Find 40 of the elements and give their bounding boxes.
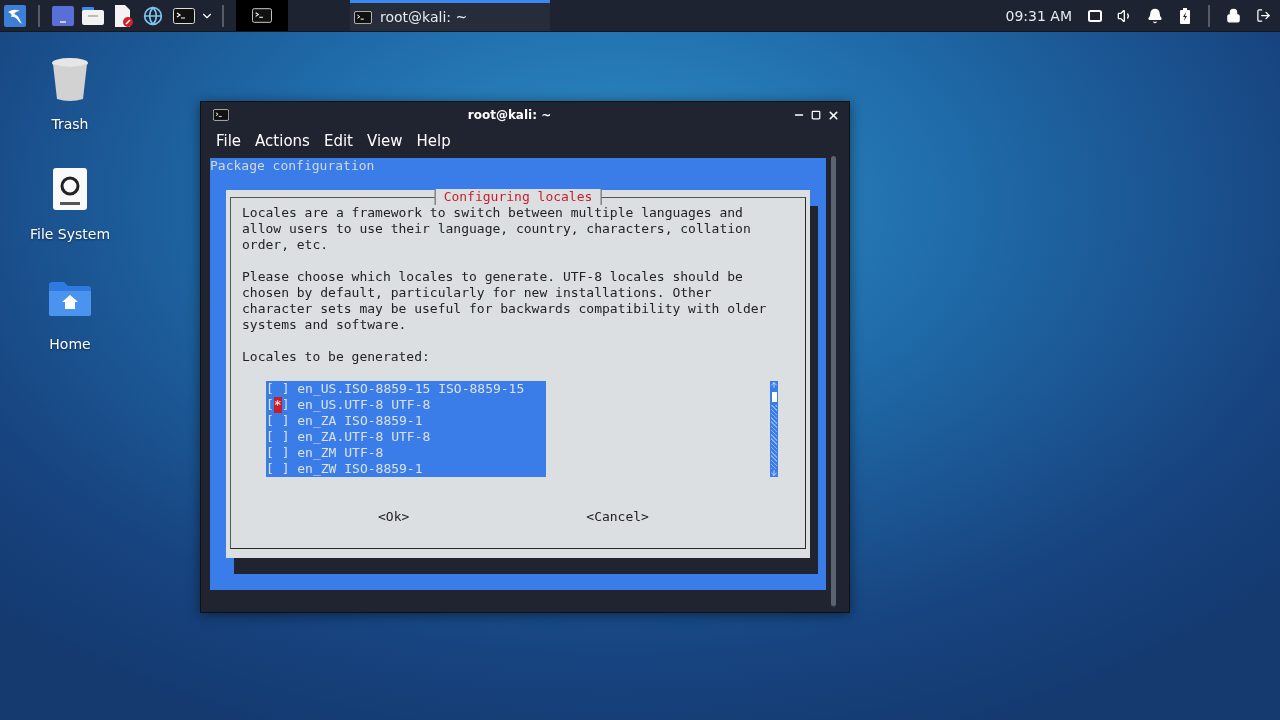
terminal-icon[interactable] <box>354 10 372 24</box>
taskbar-window-button[interactable]: root@kali: ~ <box>350 0 550 31</box>
dialog-button[interactable]: <Ok> <box>378 509 410 525</box>
list-scrollbar[interactable] <box>770 381 778 477</box>
dragon-logo-icon[interactable] <box>4 4 26 27</box>
workspace-icon[interactable] <box>52 5 74 26</box>
locale-option[interactable]: [*] en_US.UTF-8 UTF-8 <box>266 397 546 413</box>
dialog-text: Please choose which locales to generate. UTF-8 locales should be chosen by default, particularly for new installations. Other character sets may be useful for backwards compatibility with older systems and software. <box>242 269 768 333</box>
dialog-text: Locales are a framework to switch between multiple languages and allow users to use their language, country, characters, collation order, etc. <box>242 205 752 253</box>
drive-icon[interactable] <box>52 167 88 211</box>
battery-charging-icon[interactable] <box>1180 7 1190 24</box>
text-editor-icon[interactable] <box>113 4 133 27</box>
menu-item[interactable]: View <box>359 132 410 150</box>
dialog-title: Configuring locales <box>434 189 602 205</box>
menu-item[interactable]: Actions <box>248 132 317 150</box>
lock-icon[interactable] <box>1225 8 1241 23</box>
trash-bin-icon[interactable] <box>50 57 90 101</box>
screen-header: Package configuration <box>210 158 376 174</box>
desktop-icon-label[interactable]: Home <box>49 336 91 352</box>
dialog-text: Locales to be generated: <box>242 349 431 365</box>
display-icon[interactable] <box>1088 9 1102 22</box>
window-title: root@kali: ~ <box>466 108 553 122</box>
folder-icon[interactable] <box>82 6 104 25</box>
terminal-icon[interactable] <box>252 8 272 23</box>
dialog-button[interactable]: <Cancel> <box>586 509 649 525</box>
menu-item[interactable]: File <box>209 132 249 150</box>
menu-item[interactable]: Edit <box>316 132 360 150</box>
web-browser-icon[interactable] <box>143 5 163 26</box>
desktop-icon-label[interactable]: Trash <box>51 116 89 132</box>
notification-bell-icon[interactable] <box>1147 7 1163 24</box>
scrollbar[interactable] <box>831 156 836 608</box>
home-folder-icon[interactable] <box>48 281 92 317</box>
menu-item[interactable]: Help <box>409 132 458 150</box>
workspace-switcher[interactable] <box>236 0 288 31</box>
terminal-icon[interactable] <box>213 109 229 121</box>
logout-icon[interactable] <box>1255 8 1271 23</box>
scroll-thumb[interactable] <box>771 392 777 402</box>
terminal-icon[interactable] <box>173 7 195 24</box>
desktop-icon-label[interactable]: File System <box>29 226 111 242</box>
clock[interactable]: 09:31 AM <box>1005 7 1072 24</box>
